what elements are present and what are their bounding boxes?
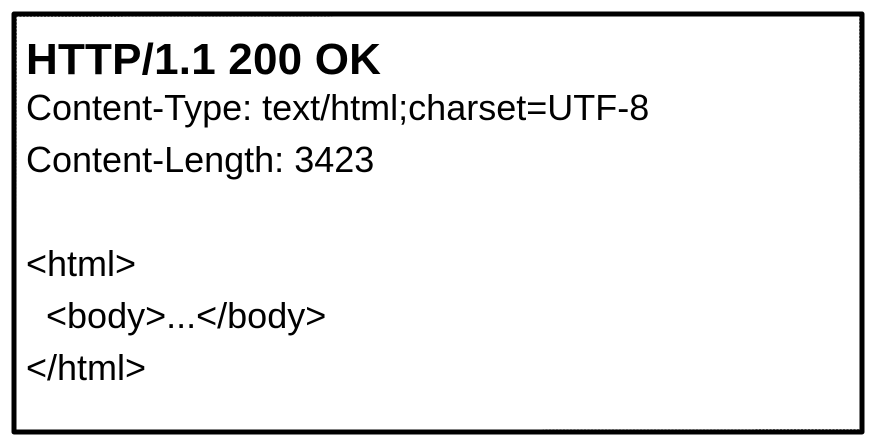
status-line: HTTP/1.1 200 OK	[26, 35, 382, 84]
response-text: HTTP/1.1 200 OK Content-Type: text/html;…	[26, 38, 649, 402]
body-html-open: <html>	[26, 243, 137, 284]
body-body-element: <body>...</body>	[26, 295, 327, 336]
header-content-length: Content-Length: 3423	[26, 139, 375, 180]
body-html-close: </html>	[26, 347, 147, 388]
http-response-diagram: HTTP/1.1 200 OK Content-Type: text/html;…	[0, 0, 876, 446]
header-content-type: Content-Type: text/html;charset=UTF-8	[26, 87, 650, 128]
